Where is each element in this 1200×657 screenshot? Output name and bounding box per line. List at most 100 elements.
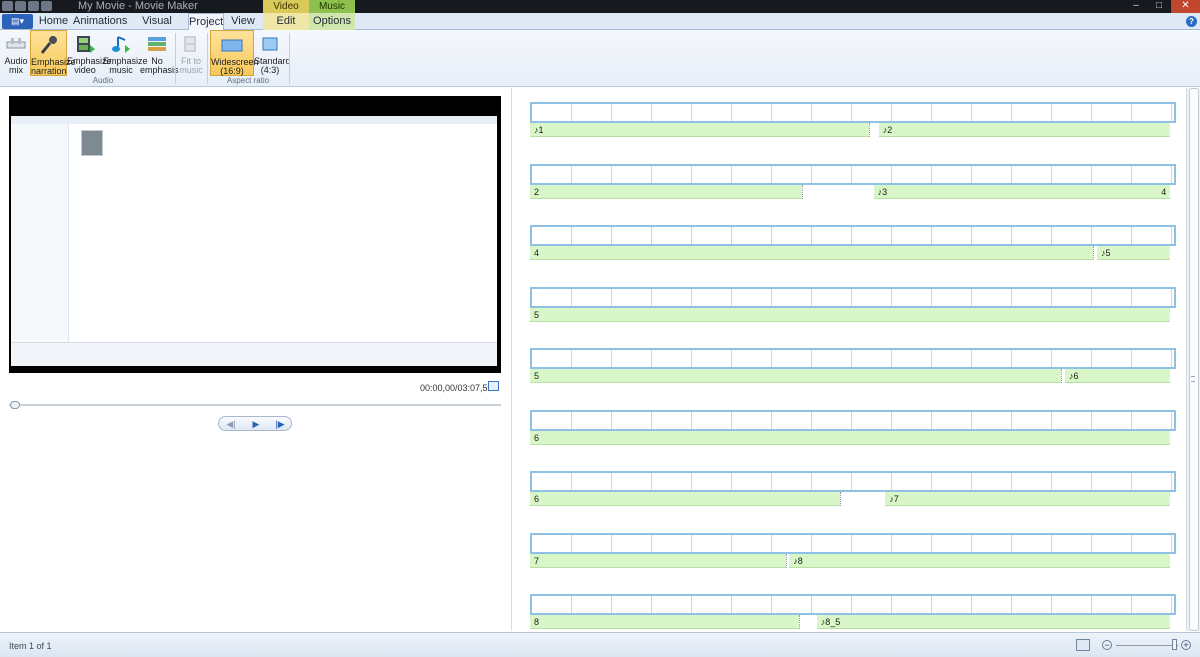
standard-label: Standard (4:3): [254, 56, 291, 75]
music-clip[interactable]: 5: [530, 308, 540, 321]
music-clip-label: 4: [1161, 186, 1167, 197]
zoom-slider-handle[interactable]: [1172, 639, 1177, 650]
widescreen-icon: [221, 39, 243, 52]
zoom-out-icon[interactable]: −: [1102, 640, 1112, 650]
tab-home[interactable]: Home: [36, 13, 71, 30]
music-track: 8 ♪8_5: [530, 615, 1170, 629]
standard-button[interactable]: Standard (4:3): [254, 30, 291, 76]
tab-animations[interactable]: Animations: [73, 13, 127, 30]
music-clip[interactable]: 6: [530, 431, 540, 444]
storyboard[interactable]: ♪1 ♪2 2 ♪3 4 4 ♪5 5 5 ♪6 6 6 ♪7 7 ♪8 8 ♪8_5: [512, 88, 1186, 631]
undo-icon[interactable]: [28, 1, 39, 11]
tab-visual-effects[interactable]: Visual Effects: [127, 13, 187, 44]
video-filmstrip[interactable]: [530, 532, 1176, 554]
close-button[interactable]: ✕: [1171, 0, 1200, 13]
title-bar: My Movie - Movie Maker Video Tools Music…: [0, 0, 1200, 25]
music-clip-label: 5: [1105, 248, 1111, 258]
music-clip-label: 2: [534, 186, 540, 197]
video-filmstrip[interactable]: [530, 286, 1176, 308]
redo-icon[interactable]: [41, 1, 52, 11]
music-track: 5 ♪6: [530, 369, 1170, 383]
music-gap: [840, 492, 886, 506]
ribbon-project: Audio mix Emphasize narration Emphasize …: [0, 30, 1200, 87]
video-filmstrip[interactable]: [530, 163, 1176, 185]
video-filmstrip[interactable]: [530, 409, 1176, 431]
film-icon: [77, 36, 95, 53]
music-clip[interactable]: ♪8: [789, 554, 803, 567]
music-clip[interactable]: 4: [530, 247, 540, 259]
video-filmstrip[interactable]: [530, 471, 1176, 492]
storyboard-row: 8 ♪8_5: [530, 585, 1176, 631]
help-icon[interactable]: ?: [1186, 16, 1197, 27]
widescreen-label: Widescreen (16:9): [211, 57, 259, 76]
zoom-in-icon[interactable]: +: [1181, 640, 1191, 650]
save-icon[interactable]: [15, 1, 26, 11]
preview-explorer-sidebar: [11, 124, 69, 342]
no-emphasis-label: No emphasis: [140, 56, 179, 75]
ribbon-separator: [207, 33, 208, 84]
music-clip-label: 7: [534, 555, 540, 566]
widescreen-button[interactable]: Widescreen (16:9): [210, 30, 259, 76]
emphasize-music-button[interactable]: Emphasize music: [103, 30, 148, 76]
microphone-icon: [40, 36, 57, 54]
music-clip-label: 6: [534, 494, 540, 504]
music-clip[interactable]: ♪8_5: [816, 616, 841, 628]
minimize-button[interactable]: –: [1125, 0, 1147, 13]
seek-bar[interactable]: [9, 404, 501, 406]
music-clip[interactable]: 4: [1157, 185, 1167, 198]
seek-handle[interactable]: [10, 401, 20, 409]
previous-frame-button[interactable]: ◀|: [219, 418, 243, 430]
video-filmstrip[interactable]: [530, 594, 1176, 615]
video-preview[interactable]: [9, 96, 501, 373]
quick-access-toolbar: [2, 1, 52, 11]
music-clip[interactable]: 7: [530, 554, 540, 567]
music-track: ♪1 ♪2: [530, 123, 1170, 137]
scrollbar-thumb[interactable]: [1189, 88, 1199, 631]
music-clip[interactable]: 5: [530, 370, 540, 382]
play-button[interactable]: ▶: [244, 418, 268, 430]
music-clip-label: 8: [797, 555, 803, 566]
music-clip[interactable]: ♪3: [873, 185, 888, 198]
music-note-icon: [112, 36, 130, 53]
storyboard-scrollbar[interactable]: [1186, 88, 1200, 631]
app-icon[interactable]: [2, 1, 13, 11]
fullscreen-icon[interactable]: [488, 381, 499, 391]
preview-details-pane: [11, 342, 497, 366]
tab-project[interactable]: Project: [188, 13, 224, 31]
next-frame-button[interactable]: |▶: [268, 418, 292, 430]
emphasize-narration-button[interactable]: Emphasize narration: [30, 30, 76, 76]
audio-mix-button[interactable]: Audio mix: [3, 30, 29, 76]
music-clip[interactable]: ♪7: [885, 493, 899, 505]
video-filmstrip[interactable]: [530, 225, 1176, 246]
video-filmstrip[interactable]: [530, 102, 1176, 123]
app-menu-icon[interactable]: ▤▾: [2, 14, 33, 29]
music-clip[interactable]: 6: [530, 493, 540, 505]
storyboard-row: ♪1 ♪2: [530, 93, 1176, 155]
music-clip[interactable]: 2: [530, 185, 540, 198]
window-title: My Movie - Movie Maker: [78, 0, 198, 12]
tab-view[interactable]: View: [226, 13, 260, 30]
music-clip[interactable]: 8: [530, 616, 540, 628]
zoom-slider[interactable]: [1116, 645, 1178, 646]
maximize-button[interactable]: □: [1148, 0, 1170, 13]
music-clip-label: 8_5: [825, 617, 841, 627]
music-clip-label: 3: [882, 186, 888, 197]
music-clip[interactable]: ♪1: [530, 124, 544, 136]
video-filmstrip[interactable]: [530, 348, 1176, 369]
fit-to-music-button[interactable]: Fit to music: [177, 30, 205, 76]
thumbnail-size-icon[interactable]: [1076, 639, 1090, 651]
tab-options[interactable]: Options: [309, 13, 355, 30]
tab-edit[interactable]: Edit: [263, 13, 309, 30]
group-label-audio: Audio: [92, 76, 114, 85]
status-bar: Item 1 of 1 − +: [0, 632, 1200, 657]
music-clip[interactable]: ♪2: [878, 124, 893, 136]
emphasize-video-button[interactable]: Emphasize video: [67, 30, 112, 76]
audio-mix-label: Audio mix: [4, 56, 28, 75]
storyboard-row: 5 ♪6: [530, 339, 1176, 401]
group-label-aspect-ratio: Aspect ratio: [226, 76, 270, 85]
ribbon-separator: [289, 33, 290, 84]
music-track: 6 ♪7: [530, 492, 1170, 506]
no-emphasis-button[interactable]: No emphasis: [140, 30, 179, 76]
music-clip[interactable]: ♪6: [1065, 370, 1079, 382]
music-clip[interactable]: ♪5: [1097, 247, 1111, 259]
